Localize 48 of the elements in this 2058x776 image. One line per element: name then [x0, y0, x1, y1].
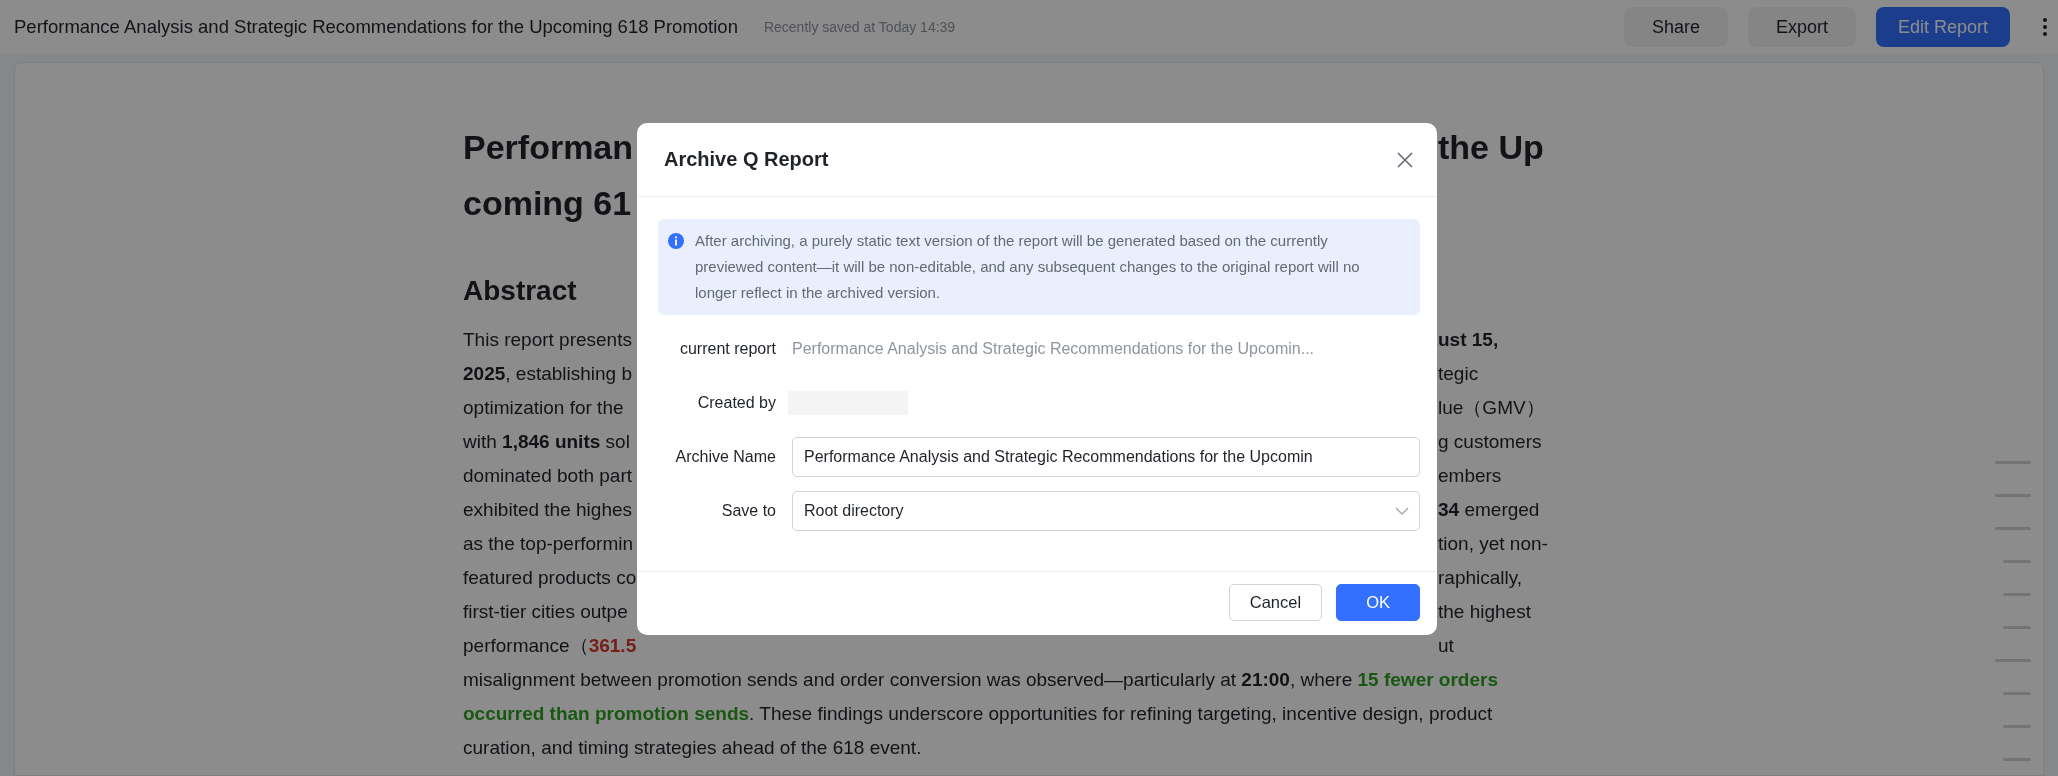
- more-icon[interactable]: [2042, 17, 2048, 37]
- cancel-button[interactable]: Cancel: [1228, 584, 1323, 621]
- dialog-title: Archive Q Report: [664, 148, 829, 171]
- paragraph-text: curation, and timing strategies ahead of the 618 event.: [463, 736, 923, 760]
- paragraph-text: occurred than promotion sends. These findings underscore opportunities for refining targeting, incentive design, product: [463, 702, 1494, 726]
- section-heading: Abstract: [463, 274, 577, 308]
- field-label: Archive Name: [674, 448, 776, 466]
- paragraph-text: This report presents: [463, 328, 633, 352]
- paragraph-text: exhibited the highes: [463, 498, 633, 522]
- info-icon: [668, 233, 684, 249]
- field-label: Created by: [696, 394, 776, 412]
- paragraph-text: with 1,846 units sol: [463, 430, 631, 454]
- field-label: Save to: [720, 502, 776, 520]
- paragraph-text: as the top-performin: [463, 532, 635, 556]
- paragraph-text: 2025, establishing b: [463, 362, 634, 386]
- paragraph-text: optimization for the: [463, 396, 625, 420]
- toolbar-button[interactable]: Export: [1747, 7, 1856, 47]
- close-button[interactable]: [1395, 149, 1415, 170]
- select-field[interactable]: Root directory: [792, 491, 1420, 531]
- edit-button[interactable]: Edit Report: [1875, 7, 2010, 47]
- paragraph-text: ut: [1438, 634, 1455, 658]
- paragraph-text: g customers: [1438, 430, 1543, 454]
- paragraph-text: featured products co: [463, 566, 638, 590]
- report-title: the Up: [1438, 127, 1545, 168]
- field-label: current report: [678, 340, 776, 358]
- paragraph-text: the highest: [1438, 600, 1532, 624]
- report-title: coming 61: [463, 183, 633, 224]
- paragraph-text: performance（361.5: [463, 634, 638, 658]
- field-value: Performance Analysis and Strategic Recommendations for the Upcomin...: [792, 340, 1316, 358]
- paragraph-text: first-tier cities outpe: [463, 600, 629, 624]
- paragraph-text: lue（GMV）: [1438, 396, 1546, 420]
- paragraph-text: misalignment between promotion sends and order conversion was observed—particularly at 21:00, where 15 fewer orders: [463, 668, 1499, 692]
- save-status: Recently saved at Today 14:39: [763, 19, 957, 35]
- ok-button[interactable]: OK: [1336, 584, 1420, 621]
- report-title: Performan: [463, 127, 635, 168]
- close-icon: [1395, 149, 1415, 170]
- paragraph-text: dominated both part: [463, 464, 633, 488]
- notice-text: After archiving, a purely static text version of the report will be generated based on the currently previewed content—it will be non-editable, and any subsequent changes to the original report will no longer reflect in the archived version.: [695, 231, 1361, 303]
- paragraph-text: 34 emerged: [1438, 498, 1541, 522]
- document-title: Performance Analysis and Strategic Recommendations for the Upcoming 618 Promotion: [14, 16, 738, 38]
- input-field[interactable]: Performance Analysis and Strategic Recommendations for the Upcomin: [792, 437, 1420, 477]
- paragraph-text: ust 15,: [1438, 328, 1500, 352]
- paragraph-text: raphically,: [1438, 566, 1524, 590]
- paragraph-text: embers: [1438, 464, 1503, 488]
- paragraph-text: tegic: [1438, 362, 1480, 386]
- paragraph-text: tion, yet non-: [1438, 532, 1549, 556]
- chevron-down-icon: [1395, 507, 1409, 515]
- toolbar-button[interactable]: Share: [1623, 7, 1728, 47]
